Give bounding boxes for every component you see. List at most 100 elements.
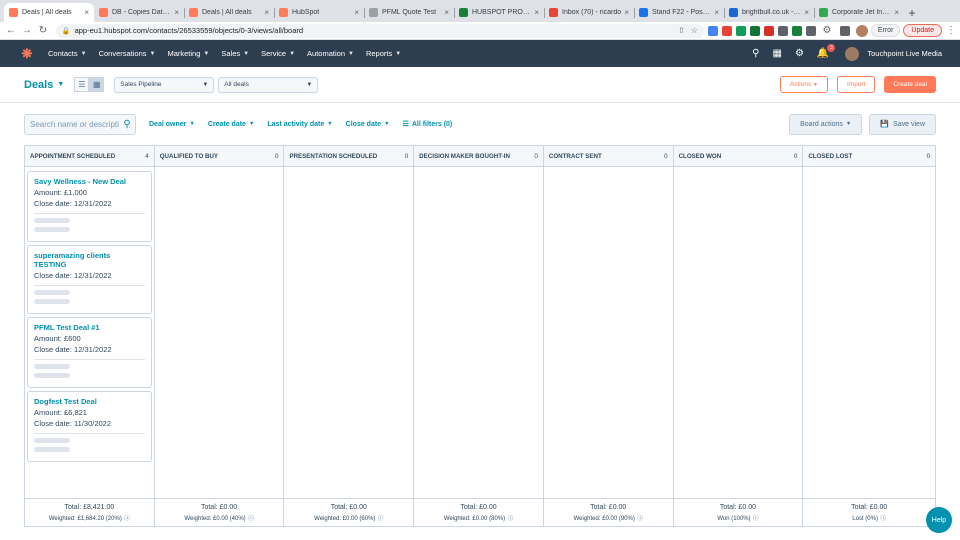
nav-item-conversations[interactable]: Conversations ▼ bbox=[99, 49, 156, 58]
settings-gear-icon[interactable]: ⚙ bbox=[795, 48, 804, 59]
card-divider bbox=[34, 359, 145, 360]
tab-close-icon[interactable]: × bbox=[534, 8, 539, 17]
chevron-down-icon: ▼ bbox=[243, 50, 250, 57]
extension-icon[interactable] bbox=[749, 25, 760, 36]
nav-item-automation[interactable]: Automation ▼ bbox=[307, 49, 354, 58]
puzzle-icon[interactable]: ⚙ bbox=[820, 24, 834, 38]
info-icon[interactable]: ⓘ bbox=[376, 516, 384, 522]
forward-icon[interactable]: → bbox=[20, 24, 34, 38]
chevron-down-icon: ▼ bbox=[348, 50, 354, 57]
error-pill[interactable]: Error bbox=[870, 24, 901, 37]
browser-tab[interactable]: HUBSPOT PRODUCTS× bbox=[454, 3, 544, 22]
pipeline-select[interactable]: Sales Pipeline ▼ bbox=[114, 76, 215, 93]
last-activity-filter[interactable]: Last activity date ▼ bbox=[267, 121, 332, 128]
extension-icon[interactable] bbox=[791, 25, 802, 36]
browser-menu-icon[interactable]: ⋮ bbox=[946, 25, 956, 36]
create-deal-button[interactable]: Create deal bbox=[884, 76, 936, 93]
column-body bbox=[544, 167, 673, 498]
list-view-icon[interactable]: ☰ bbox=[74, 77, 90, 92]
browser-tab[interactable]: DB - Copies Database× bbox=[94, 3, 184, 22]
object-title-dropdown[interactable]: Deals ▼ bbox=[24, 79, 64, 91]
create-date-filter[interactable]: Create date ▼ bbox=[208, 121, 255, 128]
info-icon[interactable]: ⓘ bbox=[123, 516, 130, 522]
search-placeholder: Search name or description bbox=[30, 119, 119, 129]
address-bar[interactable]: 🔒 app-eu1.hubspot.com/contacts/26533559/… bbox=[55, 23, 704, 38]
nav-item-sales[interactable]: Sales ▼ bbox=[221, 49, 249, 58]
browser-tab[interactable]: PFML Quote Test × bbox=[364, 3, 454, 22]
extension-icon[interactable] bbox=[707, 25, 718, 36]
tab-close-icon[interactable]: × bbox=[444, 8, 449, 17]
extension-icon[interactable] bbox=[763, 25, 774, 36]
browser-tab[interactable]: brightbull.co.uk - Co × bbox=[724, 3, 814, 22]
nav-item-service[interactable]: Service ▼ bbox=[261, 49, 295, 58]
deal-amount: Amount: £600 bbox=[34, 334, 81, 343]
hubspot-logo-icon[interactable]: ❋ bbox=[20, 46, 34, 61]
deal-owner-filter[interactable]: Deal owner ▼ bbox=[149, 121, 195, 128]
nav-item-reports[interactable]: Reports ▼ bbox=[366, 49, 401, 58]
save-view-button[interactable]: 💾 Save view bbox=[869, 113, 936, 135]
tab-close-icon[interactable]: × bbox=[84, 8, 89, 17]
chevron-down-icon: ▼ bbox=[327, 121, 333, 127]
view-select[interactable]: All deals ▼ bbox=[218, 76, 319, 93]
deal-card[interactable]: Dogfest Test Deal Amount: £6,821 Close dat… bbox=[27, 391, 152, 462]
info-icon[interactable]: ⓘ bbox=[752, 516, 759, 522]
user-avatar[interactable] bbox=[845, 46, 860, 61]
tab-close-icon[interactable]: × bbox=[714, 8, 719, 17]
share-icon[interactable]: ⇧ bbox=[678, 26, 685, 35]
tab-close-icon[interactable]: × bbox=[264, 8, 269, 17]
tab-close-icon[interactable]: × bbox=[804, 8, 809, 17]
extension-icon[interactable] bbox=[735, 25, 746, 36]
browser-tab[interactable]: Stand F22 - Postcode× bbox=[634, 3, 724, 22]
info-icon[interactable]: ⓘ bbox=[506, 516, 514, 522]
all-filters-button[interactable]: ☰ All filters (0) bbox=[403, 120, 453, 129]
nav-item-contacts[interactable]: Contacts ▼ bbox=[48, 49, 87, 58]
account-name[interactable]: Touchpoint Live Media bbox=[867, 49, 942, 58]
browser-tab[interactable]: HubSpot × bbox=[274, 3, 364, 22]
back-icon[interactable]: ← bbox=[4, 24, 18, 38]
board-column: CONTRACT SENT 0 Total: £0.00 Weighted: £0.0… bbox=[543, 146, 674, 526]
board-column: DECISION MAKER BOUGHT-IN 0 Total: £0.00 Wei… bbox=[414, 146, 544, 526]
reload-icon[interactable]: ↻ bbox=[36, 24, 50, 38]
lock-icon[interactable]: 🔒 bbox=[62, 27, 71, 35]
deal-card[interactable]: PFML Test Deal #1 Amount: £600 Close date:… bbox=[27, 317, 152, 388]
help-button[interactable]: Help bbox=[926, 507, 952, 533]
deal-name-link[interactable]: superamazing clients TESTING bbox=[34, 251, 145, 269]
tab-close-icon[interactable]: × bbox=[624, 8, 629, 17]
marketplace-icon[interactable]: ▦ bbox=[772, 48, 781, 59]
extension-icon[interactable] bbox=[805, 25, 816, 36]
profile-avatar[interactable] bbox=[855, 24, 868, 37]
search-input[interactable]: Search name or description ⚲ bbox=[24, 113, 136, 135]
info-icon[interactable]: ⓘ bbox=[636, 516, 643, 522]
url-text[interactable]: app-eu1.hubspot.com/contacts/26533559/ob… bbox=[75, 26, 673, 35]
browser-tab[interactable]: Corporate Jet Invest × bbox=[814, 3, 904, 22]
deal-name-link[interactable]: PFML Test Deal #1 bbox=[34, 323, 145, 332]
board-view-icon[interactable]: ▦ bbox=[89, 77, 105, 92]
extension-icon[interactable] bbox=[777, 25, 788, 36]
deal-name-link[interactable]: Dogfest Test Deal bbox=[34, 397, 145, 406]
info-icon[interactable]: ⓘ bbox=[247, 516, 254, 522]
board-actions-button[interactable]: Board actions ▼ bbox=[789, 113, 863, 135]
tab-close-icon[interactable]: × bbox=[894, 8, 899, 17]
deal-name-link[interactable]: Savy Wellness - New Deal bbox=[34, 177, 145, 186]
browser-tab[interactable]: Inbox (70) - ricardo × bbox=[544, 3, 634, 22]
nav-item-marketing[interactable]: Marketing ▼ bbox=[167, 49, 209, 58]
browser-tab[interactable]: Deals | All deals × bbox=[4, 3, 94, 22]
search-icon[interactable]: ⚲ bbox=[752, 48, 759, 59]
tab-close-icon[interactable]: × bbox=[174, 8, 179, 17]
update-button[interactable]: Update bbox=[903, 24, 942, 37]
deal-card[interactable]: superamazing clients TESTING Close date: … bbox=[27, 245, 152, 314]
notifications-bell-icon[interactable]: 🔔 3 bbox=[817, 44, 836, 59]
extension-icon[interactable] bbox=[721, 25, 732, 36]
actions-button[interactable]: Actions ▼ bbox=[779, 76, 828, 93]
import-button[interactable]: Import bbox=[836, 76, 876, 93]
new-tab-icon[interactable]: + bbox=[904, 3, 920, 22]
browser-tab[interactable]: Deals | All deals × bbox=[184, 3, 274, 22]
column-body bbox=[674, 167, 803, 498]
deal-card[interactable]: Savy Wellness - New Deal Amount: £1,000 Cl… bbox=[27, 171, 152, 242]
star-icon[interactable]: ☆ bbox=[691, 26, 698, 35]
sidepanel-icon[interactable] bbox=[839, 25, 850, 36]
info-icon[interactable]: ⓘ bbox=[879, 516, 887, 522]
search-icon[interactable]: ⚲ bbox=[119, 119, 135, 130]
tab-close-icon[interactable]: × bbox=[354, 8, 359, 17]
close-date-filter[interactable]: Close date ▼ bbox=[346, 121, 390, 128]
